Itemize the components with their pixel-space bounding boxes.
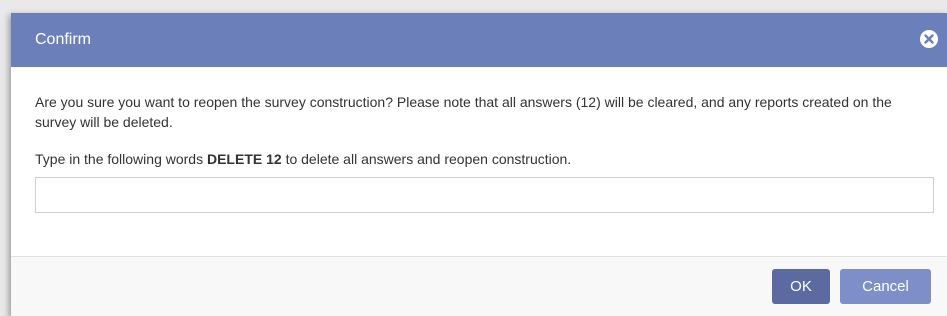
confirm-dialog: Confirm Are you sure you want to reopen … (11, 13, 947, 316)
dialog-titlebar: Confirm (11, 13, 947, 67)
dialog-footer: OK Cancel (11, 256, 947, 316)
dialog-title: Confirm (35, 31, 92, 48)
cancel-button[interactable]: Cancel (840, 269, 931, 304)
confirm-message: Are you sure you want to reopen the surv… (35, 94, 892, 130)
ok-button[interactable]: OK (772, 269, 830, 304)
instruction-prefix: Type in the following words (35, 151, 207, 167)
confirm-text-input[interactable] (35, 177, 934, 213)
instruction-suffix: to delete all answers and reopen constru… (281, 151, 572, 167)
dialog-body: Are you sure you want to reopen the surv… (11, 67, 947, 213)
close-icon[interactable] (920, 30, 938, 48)
instruction-keyword: DELETE 12 (206, 151, 282, 167)
confirm-instruction: Type in the following words DELETE 12 to… (35, 149, 923, 169)
